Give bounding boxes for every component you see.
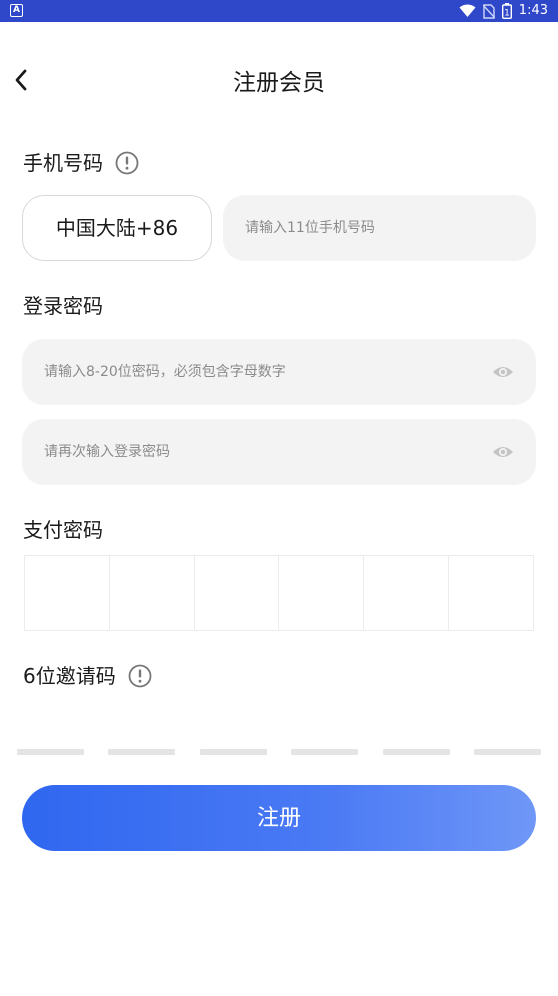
invite-code-label: 6位邀请码	[23, 664, 116, 688]
pay-password-cell[interactable]	[449, 556, 533, 630]
invite-code-cell[interactable]	[108, 749, 176, 755]
confirm-password-input[interactable]	[22, 419, 536, 485]
pay-password-cell[interactable]	[364, 556, 450, 630]
phone-field[interactable]	[223, 195, 536, 261]
confirm-password-field[interactable]	[22, 419, 536, 485]
status-icons: 1 1:43	[459, 3, 548, 19]
pay-password-cell[interactable]	[110, 556, 195, 630]
register-button[interactable]: 注册	[22, 785, 536, 851]
phone-section-label: 手机号码	[23, 149, 139, 177]
invite-code-cell[interactable]	[473, 749, 541, 755]
login-password-label: 登录密码	[23, 294, 103, 318]
app-notification-icon: A	[10, 4, 23, 17]
eye-icon[interactable]	[492, 361, 514, 383]
status-bar: A 1 1:43	[0, 0, 558, 22]
page-title: 注册会员	[233, 70, 325, 96]
info-icon[interactable]	[115, 151, 139, 175]
invite-code-cell[interactable]	[291, 749, 359, 755]
no-sim-icon	[482, 3, 495, 19]
invite-code-cell[interactable]	[382, 749, 450, 755]
clock: 1:43	[518, 3, 548, 18]
country-code-selector[interactable]: 中国大陆+86	[22, 195, 212, 261]
invite-code-cell[interactable]	[199, 749, 267, 755]
pay-password-cell[interactable]	[25, 556, 110, 630]
svg-text:1: 1	[504, 9, 510, 19]
phone-label: 手机号码	[23, 151, 103, 175]
pay-password-label: 支付密码	[23, 518, 103, 542]
pay-password-input[interactable]	[24, 555, 534, 631]
battery-icon: 1	[501, 3, 512, 19]
pay-password-cell[interactable]	[195, 556, 280, 630]
password-input[interactable]	[22, 339, 536, 405]
phone-input[interactable]	[223, 195, 536, 261]
wifi-icon	[459, 4, 476, 17]
invite-code-cell[interactable]	[17, 749, 84, 755]
info-icon[interactable]	[128, 664, 152, 688]
eye-icon[interactable]	[492, 441, 514, 463]
password-field[interactable]	[22, 339, 536, 405]
invite-section-label: 6位邀请码	[23, 662, 152, 690]
pay-password-cell[interactable]	[279, 556, 365, 630]
invite-code-input[interactable]	[17, 749, 541, 755]
